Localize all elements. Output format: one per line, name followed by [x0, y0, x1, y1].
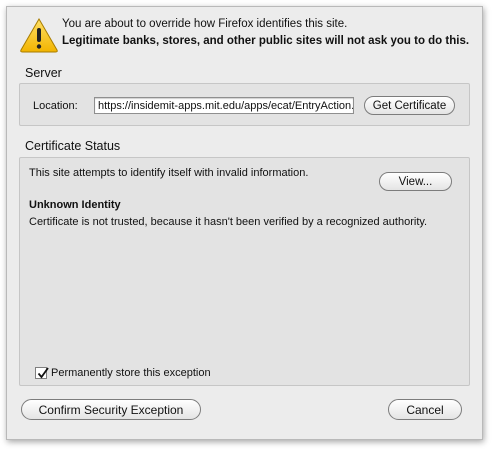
server-section-title: Server	[25, 66, 62, 80]
location-label: Location:	[33, 100, 78, 112]
identity-detail: Certificate is not trusted, because it h…	[29, 216, 428, 228]
add-security-exception-dialog: You are about to override how Firefox id…	[6, 6, 483, 440]
certificate-status-group: This site attempts to identify itself wi…	[19, 157, 470, 386]
store-exception-checkbox[interactable]	[35, 367, 49, 379]
warning-message: You are about to override how Firefox id…	[62, 18, 348, 30]
confirm-security-exception-button[interactable]: Confirm Security Exception	[21, 399, 201, 420]
location-field[interactable]: https://insidemit-apps.mit.edu/apps/ecat…	[94, 97, 354, 114]
status-message: This site attempts to identify itself wi…	[29, 167, 309, 179]
cancel-button[interactable]: Cancel	[388, 399, 462, 420]
certificate-status-title: Certificate Status	[25, 139, 121, 153]
warning-triangle-icon	[19, 17, 59, 53]
store-exception-label[interactable]: Permanently store this exception	[51, 367, 211, 379]
view-certificate-button[interactable]: View...	[379, 172, 452, 191]
identity-heading: Unknown Identity	[29, 199, 121, 211]
get-certificate-button[interactable]: Get Certificate	[364, 96, 455, 115]
server-group: Location: https://insidemit-apps.mit.edu…	[19, 83, 470, 126]
checkmark-icon	[37, 367, 49, 379]
warning-emphasis: Legitimate banks, stores, and other publ…	[62, 35, 470, 47]
